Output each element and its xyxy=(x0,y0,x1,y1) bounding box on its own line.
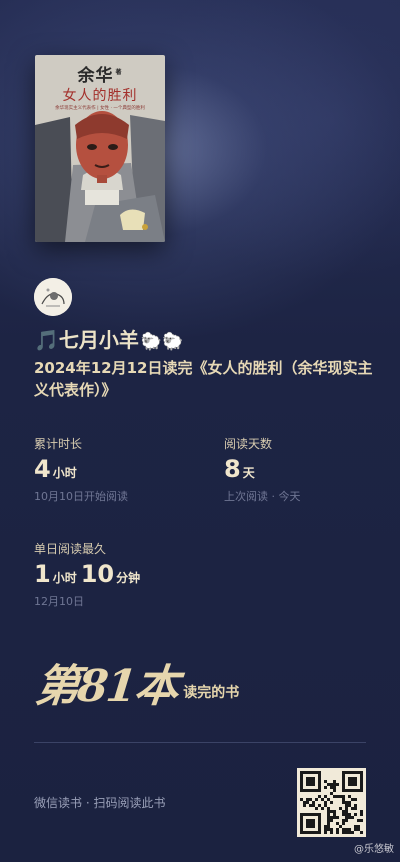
cover-author: 余华著 xyxy=(77,66,123,86)
divider xyxy=(34,742,366,743)
avatar-image xyxy=(34,278,72,316)
ordinal-number: 第81本 xyxy=(32,661,180,712)
reading-days-label: 阅读天数 xyxy=(224,437,273,451)
ordinal-caption: 读完的书 xyxy=(183,685,240,701)
sheep-emoji: 🐑🐑 xyxy=(140,332,184,352)
avatar[interactable] xyxy=(34,278,72,316)
cover-subtitle: 余华现实主义代表作 | 女性 · 一个典型的胜利 xyxy=(55,106,145,111)
total-time-value: 4 小时 xyxy=(34,455,77,483)
footer-text: 微信读书 · 扫码阅读此书 xyxy=(34,796,166,810)
watermark: @乐悠敏 xyxy=(354,844,394,855)
book-cover[interactable]: 余华著 女人的胜利 余华现实主义代表作 | 女性 · 一个典型的胜利 xyxy=(35,55,165,242)
longest-day-label: 单日阅读最久 xyxy=(34,542,107,556)
qr-code[interactable] xyxy=(297,768,366,837)
qr-code-icon xyxy=(300,771,363,834)
user-name[interactable]: 🎵七月小羊 🐑🐑 xyxy=(34,324,183,353)
book-ordinal: 第81本 读完的书 xyxy=(32,650,240,714)
finish-headline: 2024年12月12日读完《女人的胜利（余华现实主义代表作）》 xyxy=(34,359,373,399)
reading-days-value: 8天 xyxy=(224,455,255,483)
longest-day-date: 12月10日 xyxy=(34,595,84,608)
cover-title: 女人的胜利 xyxy=(62,88,138,104)
total-time-label: 累计时长 xyxy=(34,437,83,451)
start-date: 10月10日开始阅读 xyxy=(34,490,128,503)
last-read: 上次阅读 · 今天 xyxy=(224,490,301,503)
longest-day-value: 1 小时 10 分钟 xyxy=(34,560,141,588)
